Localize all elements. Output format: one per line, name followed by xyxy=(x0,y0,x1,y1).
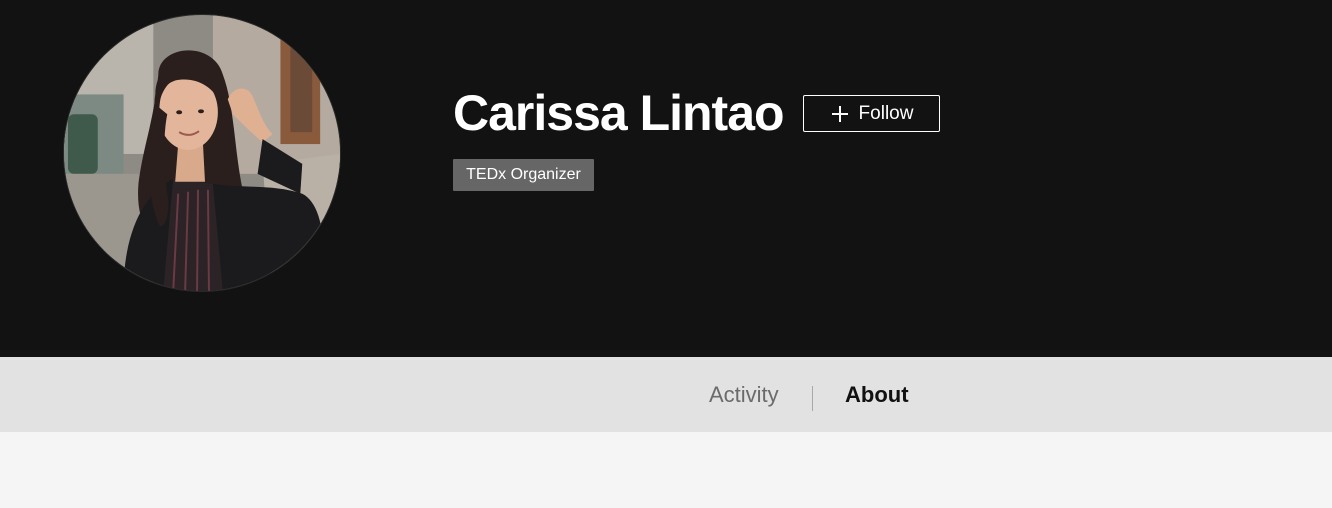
role-badge: TEDx Organizer xyxy=(453,159,594,191)
profile-content xyxy=(0,432,1332,508)
avatar xyxy=(63,14,341,292)
avatar-photo xyxy=(64,15,340,291)
tab-divider xyxy=(812,386,813,411)
profile-tabs: Activity About xyxy=(0,357,1332,432)
tab-activity[interactable]: Activity xyxy=(709,381,779,409)
profile-name: Carissa Lintao xyxy=(453,85,785,141)
follow-button[interactable]: Follow xyxy=(803,95,940,132)
profile-header: Carissa Lintao Follow TEDx Organizer xyxy=(0,0,1332,357)
plus-icon xyxy=(831,105,848,122)
tab-about[interactable]: About xyxy=(845,381,909,409)
follow-button-label: Follow xyxy=(858,102,914,124)
